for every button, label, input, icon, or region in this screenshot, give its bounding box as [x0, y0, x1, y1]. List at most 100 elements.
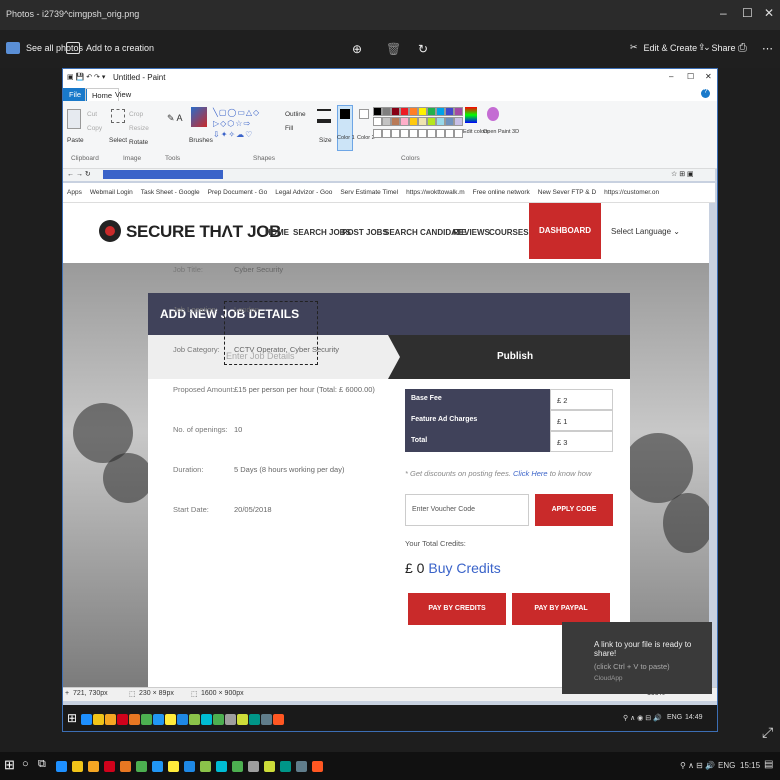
palette-swatch[interactable]: [445, 129, 454, 138]
rotate-icon[interactable]: ↻: [418, 42, 428, 56]
paste-icon[interactable]: [67, 109, 81, 129]
taskbar-app-icon[interactable]: [249, 714, 260, 725]
shapes-gallery[interactable]: ╲▢◯▭△◇ ▷◇⬡☆⇨ ⇩✦✧☁♡: [213, 107, 281, 149]
color1-button[interactable]: [337, 105, 353, 151]
rotate-button[interactable]: Rotate: [129, 139, 148, 146]
taskbar-app-icon[interactable]: [93, 714, 104, 725]
windows-start-icon[interactable]: ⊞: [67, 711, 77, 725]
taskbar-app-icon[interactable]: [248, 761, 259, 772]
taskbar-app-icon[interactable]: [280, 761, 291, 772]
taskbar-app-icon[interactable]: [216, 761, 227, 772]
paint-close-icon[interactable]: ✕: [705, 72, 712, 81]
bookmark-item[interactable]: Legal Advizor - Goo: [275, 189, 332, 196]
more-icon[interactable]: ⋯: [762, 42, 773, 55]
minimize-icon[interactable]: –: [720, 6, 727, 20]
language-select[interactable]: Select Language ⌄: [611, 227, 680, 236]
windows-start-icon[interactable]: ⊞: [4, 757, 15, 773]
palette-swatch[interactable]: [400, 117, 409, 126]
logo-icon[interactable]: [99, 220, 121, 242]
palette-swatch[interactable]: [427, 107, 436, 116]
color-palette[interactable]: [373, 107, 469, 147]
palette-swatch[interactable]: [373, 107, 382, 116]
print-icon[interactable]: ⎙: [738, 42, 747, 55]
delete-icon[interactable]: 🗑: [386, 42, 401, 56]
close-icon[interactable]: ✕: [764, 6, 774, 20]
buy-credits-link[interactable]: Buy Credits: [428, 560, 500, 576]
tray-icons[interactable]: ⚲ ∧ ◉ ⊟ 🔊: [623, 714, 662, 722]
taskbar-app-icon[interactable]: [152, 761, 163, 772]
palette-swatch[interactable]: [373, 117, 382, 126]
paste-label[interactable]: Paste: [67, 137, 84, 144]
maximize-icon[interactable]: ☐: [742, 6, 753, 20]
taskbar-app-icon[interactable]: [72, 761, 83, 772]
outline-button[interactable]: Outline: [285, 111, 306, 118]
resize-button[interactable]: Resize: [129, 125, 149, 132]
url-selection[interactable]: [103, 170, 223, 179]
taskbar-app-icon[interactable]: [117, 714, 128, 725]
taskbar-app-icon[interactable]: [264, 761, 275, 772]
color2-swatch[interactable]: [359, 109, 369, 119]
palette-swatch[interactable]: [454, 117, 463, 126]
palette-swatch[interactable]: [391, 107, 400, 116]
taskbar-app-icon[interactable]: [88, 761, 99, 772]
inner-clock[interactable]: 14:49: [685, 714, 703, 721]
paint3d-icon[interactable]: [487, 107, 499, 121]
apply-code-button[interactable]: APPLY CODE: [535, 494, 613, 526]
palette-swatch[interactable]: [427, 117, 436, 126]
browser-action-icons[interactable]: ☆ ⊞ ▣: [671, 170, 694, 178]
palette-swatch[interactable]: [400, 129, 409, 138]
size-label[interactable]: Size: [319, 137, 332, 144]
taskbar-app-icon[interactable]: [81, 714, 92, 725]
site-logo[interactable]: SECURE THΛT JOB: [126, 222, 281, 242]
pay-by-credits-button[interactable]: PAY BY CREDITS: [408, 593, 506, 625]
paint-minimize-icon[interactable]: –: [669, 72, 673, 81]
palette-swatch[interactable]: [409, 117, 418, 126]
voucher-input[interactable]: Enter Voucher Code: [405, 494, 529, 526]
crop-button[interactable]: Crop: [129, 111, 143, 118]
taskbar-app-icon[interactable]: [312, 761, 323, 772]
palette-swatch[interactable]: [418, 129, 427, 138]
size-icon[interactable]: [317, 109, 331, 123]
cloudapp-toast[interactable]: A link to your file is ready to share! (…: [562, 622, 712, 694]
palette-swatch[interactable]: [454, 129, 463, 138]
palette-swatch[interactable]: [382, 117, 391, 126]
tools-icons[interactable]: ✎ A: [167, 113, 183, 124]
palette-swatch[interactable]: [382, 129, 391, 138]
taskbar-app-icon[interactable]: [213, 714, 224, 725]
taskbar-lang[interactable]: ENG: [718, 761, 735, 770]
bookmark-item[interactable]: Free online network: [473, 189, 530, 196]
bookmark-item[interactable]: https://customer.on: [604, 189, 659, 196]
fill-button[interactable]: Fill: [285, 125, 293, 132]
taskbar-app-icon[interactable]: [153, 714, 164, 725]
edit-colors-icon[interactable]: [465, 107, 477, 123]
palette-swatch[interactable]: [454, 107, 463, 116]
taskbar-app-icon[interactable]: [200, 761, 211, 772]
help-icon[interactable]: ?: [701, 89, 710, 98]
palette-swatch[interactable]: [445, 107, 454, 116]
palette-swatch[interactable]: [445, 117, 454, 126]
select-label[interactable]: Select: [109, 137, 127, 144]
paint-maximize-icon[interactable]: ☐: [687, 72, 694, 81]
browser-address-bar[interactable]: ← → ↻ ☆ ⊞ ▣: [63, 169, 715, 181]
nav-arrows-icon[interactable]: ← → ↻: [67, 170, 91, 178]
taskbar-app-icon[interactable]: [237, 714, 248, 725]
bookmark-item[interactable]: Serv Estimate Timel: [340, 189, 398, 196]
palette-swatch[interactable]: [382, 107, 391, 116]
step-publish[interactable]: Publish: [388, 335, 630, 379]
nav-home[interactable]: HOME: [265, 228, 289, 237]
tab-view[interactable]: View: [109, 88, 137, 101]
bookmark-item[interactable]: Apps: [67, 189, 82, 196]
taskbar-app-icon[interactable]: [232, 761, 243, 772]
nav-post-jobs[interactable]: POST JOBS: [342, 228, 388, 237]
brushes-icon[interactable]: [191, 107, 207, 127]
nav-reviews[interactable]: REVIEWS: [453, 228, 490, 237]
bookmark-item[interactable]: Prep Document - Go: [208, 189, 268, 196]
taskbar-app-icon[interactable]: [56, 761, 67, 772]
taskbar-app-icon[interactable]: [168, 761, 179, 772]
share-button[interactable]: ⇪ Share: [698, 42, 736, 53]
palette-swatch[interactable]: [418, 117, 427, 126]
palette-swatch[interactable]: [418, 107, 427, 116]
select-icon[interactable]: [111, 109, 125, 123]
taskbar-app-icon[interactable]: [296, 761, 307, 772]
palette-swatch[interactable]: [409, 129, 418, 138]
